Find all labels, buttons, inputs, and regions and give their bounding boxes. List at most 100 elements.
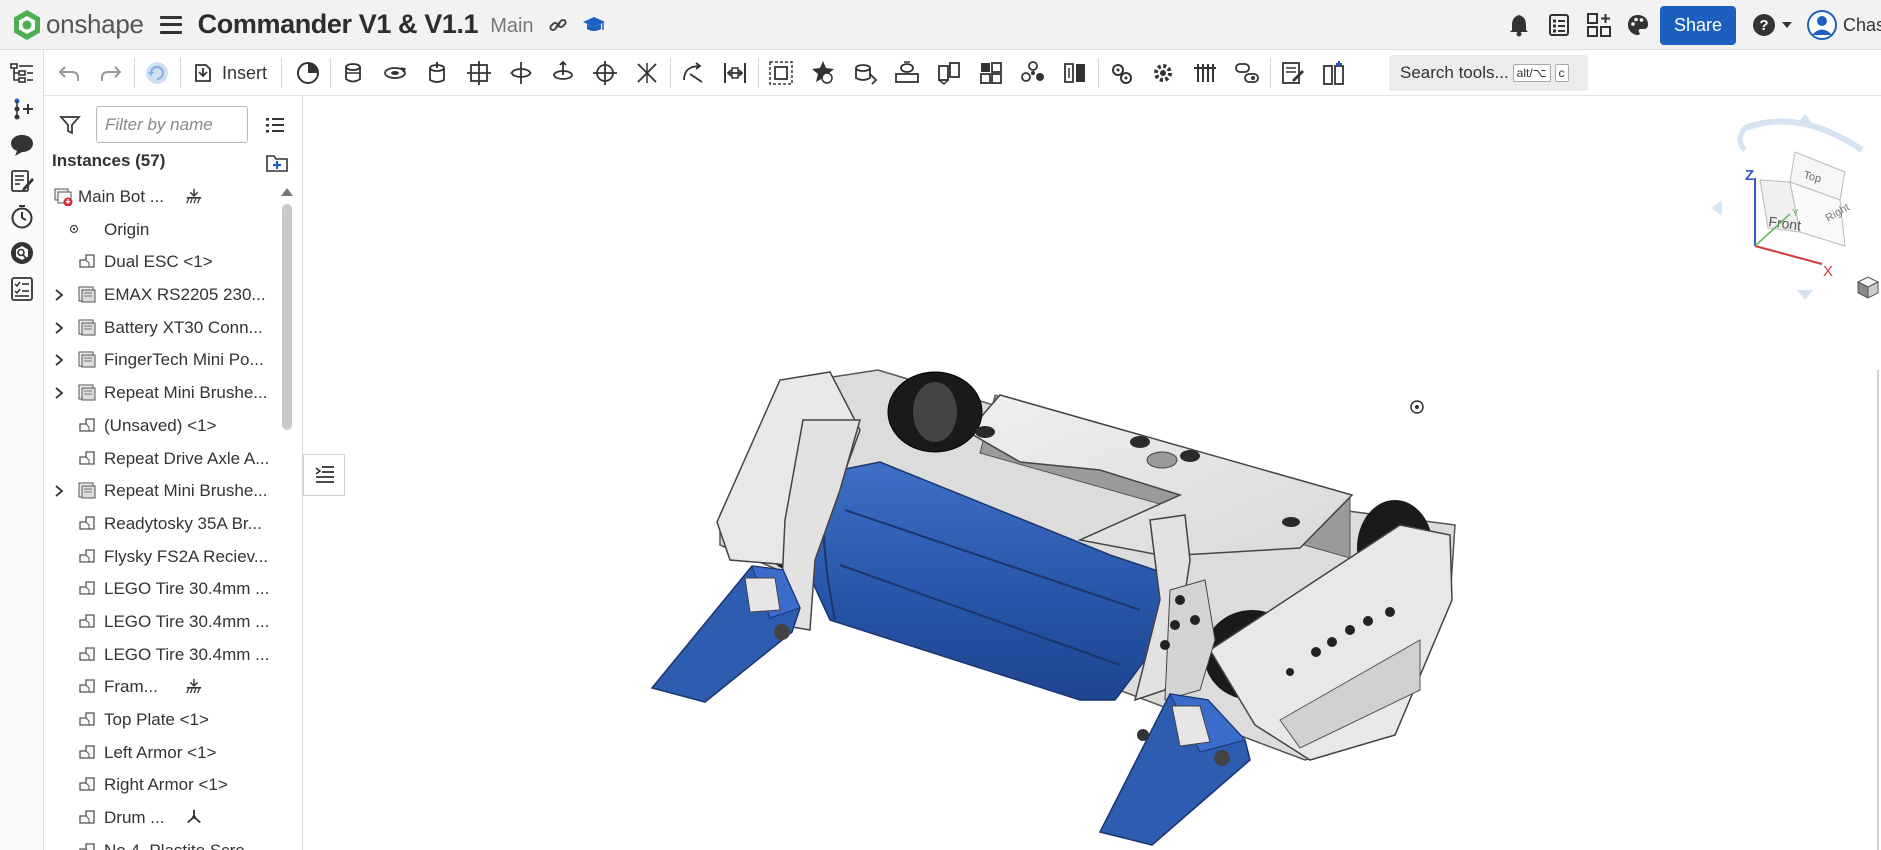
fixed-icon	[185, 187, 203, 210]
part-icon	[77, 513, 97, 533]
part-icon	[77, 611, 97, 631]
list-view-icon[interactable]	[264, 114, 286, 136]
expand-chevron-icon[interactable]	[52, 483, 66, 497]
scroll-up-icon[interactable]	[280, 186, 294, 198]
tree-row[interactable]: LEGO Tire 30.4mm ...	[47, 605, 277, 638]
add-folder-icon[interactable]	[265, 152, 289, 174]
planar-mate-icon[interactable]	[466, 60, 492, 86]
revolute-mate-icon[interactable]	[382, 60, 408, 86]
tree-row-label: Flysky FS2A Reciev...	[104, 546, 269, 566]
fastened-mate-icon[interactable]	[340, 60, 366, 86]
view-options-cube-icon[interactable]	[1856, 276, 1880, 299]
measure-icon[interactable]	[1322, 60, 1348, 86]
tree-row[interactable]: No 4, Plastite Scre...	[47, 834, 277, 850]
tree-row[interactable]: Flysky FS2A Reciev...	[47, 540, 277, 573]
tree-row[interactable]: Main Bot ...	[47, 180, 277, 213]
tree-row[interactable]: Repeat Mini Brushe...	[47, 376, 277, 409]
comments-icon[interactable]	[9, 132, 35, 158]
expand-chevron-icon[interactable]	[52, 320, 66, 334]
search-tools-button[interactable]: Search tools... alt/⌥ c	[1389, 55, 1588, 91]
group-icon[interactable]	[768, 60, 794, 86]
tree-row[interactable]: Repeat Drive Axle A...	[47, 442, 277, 475]
expand-chevron-icon[interactable]	[52, 352, 66, 367]
tree-row[interactable]: Fram...	[47, 670, 277, 703]
redo-icon[interactable]	[98, 60, 124, 86]
ball-mate-icon[interactable]	[592, 60, 618, 86]
subassembly-icon	[77, 480, 97, 500]
graphics-viewport[interactable]: Top Front Right Z X Y	[303, 96, 1881, 850]
apps-icon[interactable]	[1586, 12, 1612, 38]
tree-row[interactable]: (Unsaved) <1>	[47, 409, 277, 442]
feature-list-icon[interactable]	[9, 60, 35, 86]
bom-icon[interactable]	[1280, 60, 1306, 86]
learning-center-icon[interactable]	[582, 14, 606, 36]
undo-icon[interactable]	[56, 60, 82, 86]
expand-chevron-icon[interactable]	[52, 385, 66, 399]
pin-slot-mate-icon[interactable]	[550, 60, 576, 86]
instance-tree: Main Bot ... Origin Dual ESC <1> EMAX RS220…	[47, 180, 277, 850]
mate-connector-icon[interactable]	[810, 60, 836, 86]
tree-row[interactable]: Dual ESC <1>	[47, 245, 277, 278]
tree-row[interactable]: Battery XT30 Conn...	[47, 311, 277, 344]
tree-row[interactable]: FingerTech Mini Po...	[47, 343, 277, 376]
tree-row-label: LEGO Tire 30.4mm ...	[104, 611, 270, 631]
tree-row[interactable]: LEGO Tire 30.4mm ...	[47, 638, 277, 671]
screw-relation-icon[interactable]	[936, 60, 962, 86]
expand-chevron-icon[interactable]	[52, 287, 66, 301]
scrollbar-thumb[interactable]	[282, 204, 292, 430]
tangent-mate-icon[interactable]	[680, 60, 706, 86]
insert-mate-icon[interactable]	[9, 96, 35, 122]
mate-values-icon[interactable]	[1192, 60, 1218, 86]
help-icon[interactable]: ?	[1752, 13, 1793, 37]
tree-row[interactable]: Top Plate <1>	[47, 703, 277, 736]
user-name[interactable]: Chase	[1843, 15, 1881, 36]
tree-row[interactable]: Left Armor <1>	[47, 736, 277, 769]
simulation-gear-icon[interactable]	[1150, 60, 1176, 86]
gear-relation-icon[interactable]	[852, 60, 878, 86]
tree-row[interactable]: Origin	[47, 213, 277, 246]
insert-button[interactable]: Insert	[192, 62, 267, 84]
robot-model-render[interactable]: Top Front Right Z X Y	[303, 96, 1881, 850]
named-positions-icon[interactable]	[1234, 60, 1260, 86]
rack-pinion-icon[interactable]	[894, 60, 920, 86]
part-icon	[77, 644, 97, 664]
filter-input[interactable]	[96, 106, 248, 143]
part-icon	[77, 709, 97, 729]
view-cube[interactable]: Top Front Right Z X Y	[1712, 114, 1864, 300]
tree-row[interactable]: Drum ...	[47, 801, 277, 834]
tree-row[interactable]: Repeat Mini Brushe...	[47, 474, 277, 507]
replicate-icon[interactable]	[1062, 60, 1088, 86]
appearance-search-icon[interactable]	[9, 240, 35, 266]
onshape-logo[interactable]: onshape	[12, 9, 144, 41]
link-icon[interactable]	[548, 15, 568, 35]
assembly-history-icon[interactable]	[295, 60, 321, 86]
tree-row[interactable]: LEGO Tire 30.4mm ...	[47, 572, 277, 605]
rotation-center-icon	[1410, 400, 1424, 414]
branch-label[interactable]: Main	[490, 15, 533, 38]
linear-pattern-icon[interactable]	[978, 60, 1004, 86]
palette-icon[interactable]	[1626, 13, 1650, 37]
tree-row[interactable]: EMAX RS2205 230...	[47, 278, 277, 311]
tree-row[interactable]: Readytosky 35A Br...	[47, 507, 277, 540]
tasks-icon[interactable]	[1548, 13, 1570, 37]
update-icon[interactable]	[144, 60, 170, 86]
collapse-panel-button[interactable]	[303, 454, 345, 496]
notes-icon[interactable]	[9, 168, 35, 194]
width-mate-icon[interactable]	[722, 60, 748, 86]
document-title[interactable]: Commander V1 & V1.1	[198, 9, 479, 40]
history-icon[interactable]	[9, 204, 35, 230]
explode-icon[interactable]	[1108, 60, 1134, 86]
cylindrical-mate-icon[interactable]	[508, 60, 534, 86]
avatar[interactable]	[1807, 10, 1837, 40]
notifications-icon[interactable]	[1508, 13, 1530, 37]
tree-row[interactable]: Right Armor <1>	[47, 768, 277, 801]
slider-mate-icon[interactable]	[424, 60, 450, 86]
parallel-mate-icon[interactable]	[634, 60, 660, 86]
share-button[interactable]: Share	[1659, 5, 1736, 45]
part-icon	[77, 546, 97, 566]
filter-icon[interactable]	[59, 114, 81, 136]
menu-icon[interactable]	[159, 15, 182, 34]
checklist-icon[interactable]	[9, 276, 35, 302]
circular-pattern-icon[interactable]	[1020, 60, 1046, 86]
subassembly-icon	[77, 382, 97, 402]
